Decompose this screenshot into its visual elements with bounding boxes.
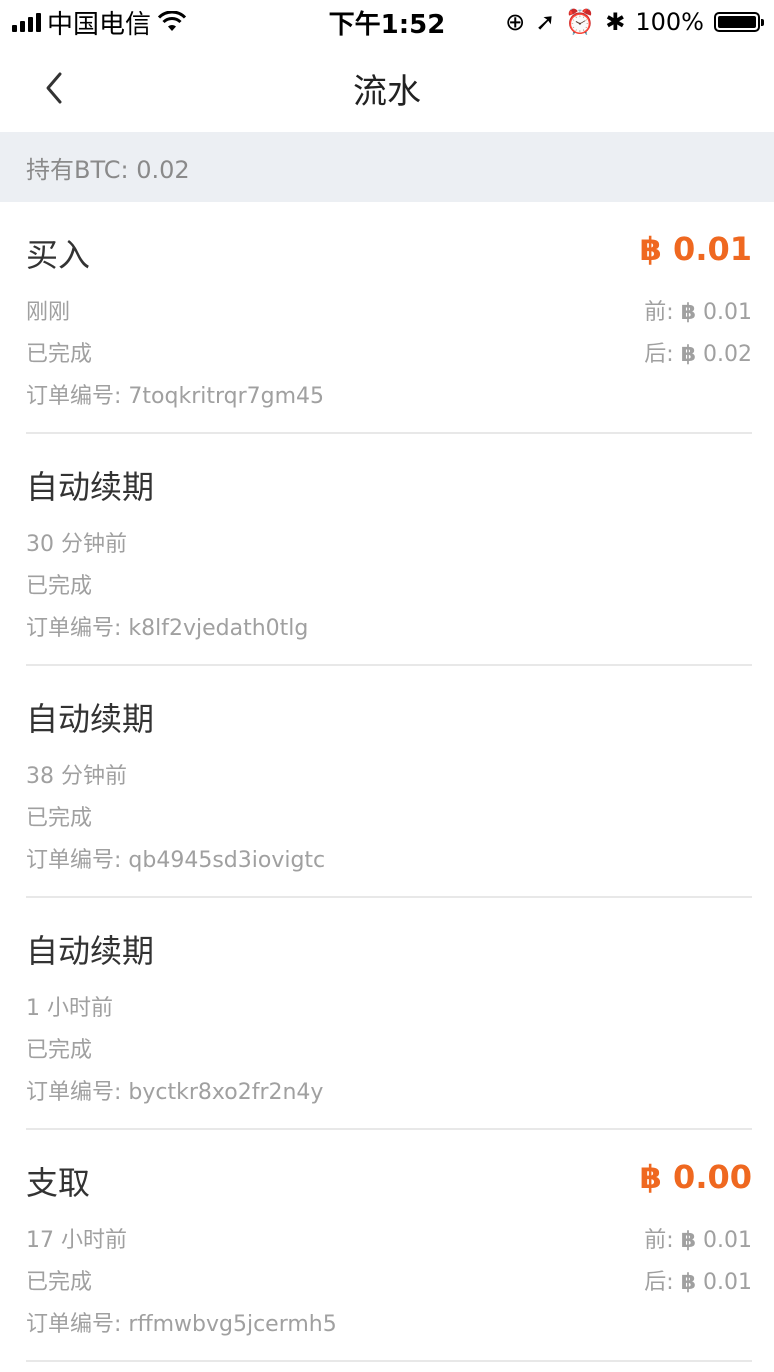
transaction-type: 自动续期 <box>26 932 155 970</box>
transaction-status: 已完成 <box>26 342 93 367</box>
transaction-type: 自动续期 <box>26 468 155 506</box>
battery-icon <box>714 12 764 32</box>
status-bar: 中国电信 下午1:52 ⊕ ➚ ⏰ ✱ 100% <box>0 0 774 44</box>
alarm-icon: ⏰ <box>565 8 596 36</box>
status-right: ⊕ ➚ ⏰ ✱ 100% <box>505 8 774 36</box>
order-number: 订单编号: byctkr8xo2fr2n4y <box>26 1080 324 1105</box>
transaction-type: 买入 <box>26 236 91 274</box>
transaction-time: 17 小时前 <box>26 1228 127 1253</box>
balance-before: 前: ฿ 0.01 <box>644 300 752 325</box>
bitcoin-icon: ฿ <box>639 1158 662 1196</box>
nav-bar: 流水 <box>0 44 774 132</box>
status-left: 中国电信 <box>0 4 187 41</box>
orientation-lock-icon: ⊕ <box>505 8 526 36</box>
bitcoin-icon: ฿ <box>680 342 697 367</box>
bitcoin-icon: ฿ <box>680 1228 697 1253</box>
battery-percent: 100% <box>635 8 704 36</box>
bluetooth-icon: ✱ <box>605 8 626 36</box>
transaction-amount: ฿ 0.01 <box>639 230 752 268</box>
transaction-type: 自动续期 <box>26 700 155 738</box>
transaction-status: 已完成 <box>26 1270 93 1295</box>
back-button[interactable] <box>36 66 76 110</box>
transaction-item[interactable]: 买入 ฿ 0.01 刚刚 已完成 订单编号: 7toqkritrqr7gm45 … <box>26 202 752 434</box>
bitcoin-icon: ฿ <box>639 230 662 268</box>
order-number: 订单编号: rffmwbvg5jcermh5 <box>26 1312 337 1337</box>
transaction-amount: ฿ 0.00 <box>639 1158 752 1196</box>
transaction-time: 1 小时前 <box>26 996 113 1021</box>
carrier-label: 中国电信 <box>47 9 152 40</box>
page-title: 流水 <box>353 71 421 112</box>
bitcoin-icon: ฿ <box>680 1270 697 1295</box>
location-icon: ➚ <box>535 8 556 36</box>
transaction-item[interactable]: 支取 ฿ 0.00 17 小时前 已完成 订单编号: rffmwbvg5jcer… <box>26 1130 752 1362</box>
transaction-item[interactable]: 自动续期 1 小时前 已完成 订单编号: byctkr8xo2fr2n4y <box>26 898 752 1130</box>
order-number: 订单编号: 7toqkritrqr7gm45 <box>26 384 325 409</box>
transaction-item[interactable]: 自动续期 30 分钟前 已完成 订单编号: k8lf2vjedath0tlg <box>26 434 752 666</box>
order-number: 订单编号: k8lf2vjedath0tlg <box>26 616 309 641</box>
wifi-icon <box>157 11 187 31</box>
transaction-time: 30 分钟前 <box>26 532 127 557</box>
order-number: 订单编号: qb4945sd3iovigtc <box>26 848 326 873</box>
transaction-status: 已完成 <box>26 1038 93 1063</box>
balance-after: 后: ฿ 0.01 <box>644 1270 752 1295</box>
transaction-item[interactable]: 自动续期 38 分钟前 已完成 订单编号: qb4945sd3iovigtc <box>26 666 752 898</box>
transaction-time: 刚刚 <box>26 300 71 325</box>
signal-icon <box>12 12 41 32</box>
bitcoin-icon: ฿ <box>680 300 697 325</box>
transaction-type: 支取 <box>26 1164 91 1202</box>
transaction-list: 买入 ฿ 0.01 刚刚 已完成 订单编号: 7toqkritrqr7gm45 … <box>0 202 774 1362</box>
transaction-status: 已完成 <box>26 574 93 599</box>
holding-banner: 持有BTC: 0.02 <box>0 132 774 202</box>
transaction-time: 38 分钟前 <box>26 764 127 789</box>
balance-after: 后: ฿ 0.02 <box>644 342 752 367</box>
balance-before: 前: ฿ 0.01 <box>644 1228 752 1253</box>
transaction-status: 已完成 <box>26 806 93 831</box>
